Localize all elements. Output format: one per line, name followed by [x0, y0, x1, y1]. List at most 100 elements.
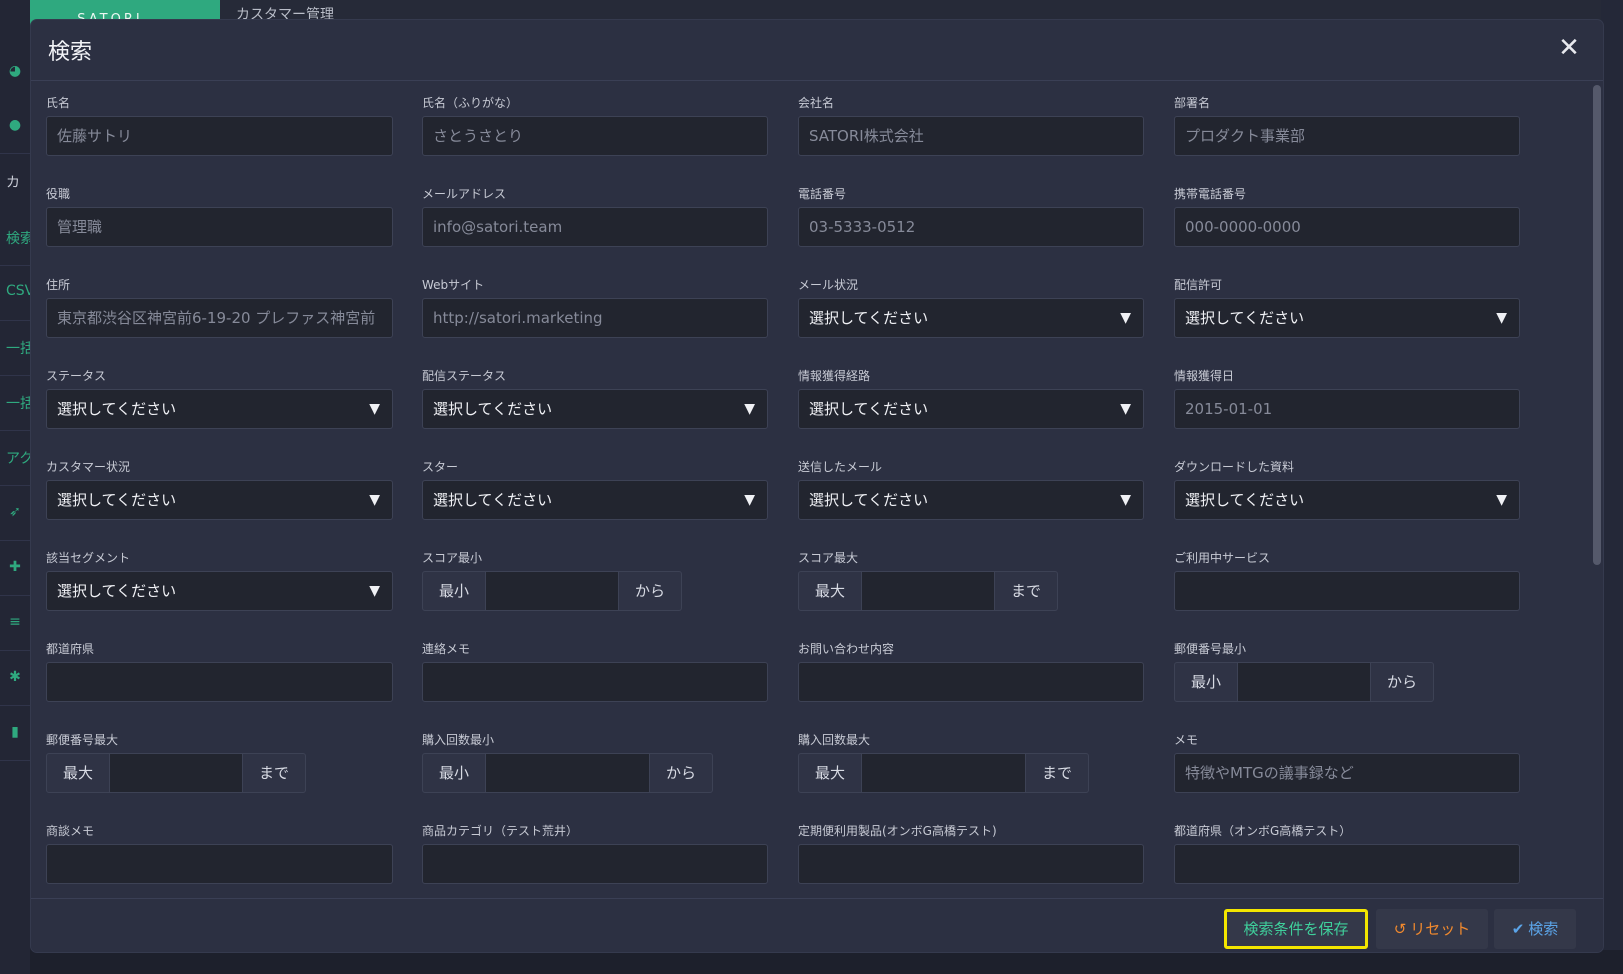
- purchase-min-prefix: 最小: [422, 753, 486, 793]
- department-input[interactable]: [1174, 116, 1520, 156]
- purchase-min-input[interactable]: [486, 753, 649, 793]
- website-input[interactable]: [422, 298, 768, 338]
- rocket-icon[interactable]: ➶: [6, 503, 24, 521]
- sidebar-text-search[interactable]: 検索: [6, 228, 30, 248]
- star-label: スター: [422, 460, 459, 474]
- dashboard-icon[interactable]: ◕: [6, 62, 24, 80]
- mobile-label: 携帯電話番号: [1174, 187, 1247, 201]
- mobile-input[interactable]: [1174, 207, 1520, 247]
- zip-min-group: 最小 から: [1174, 662, 1434, 702]
- modal-title: 検索: [48, 40, 93, 65]
- score-max-input[interactable]: [862, 571, 994, 611]
- mail-status-label: メール状況: [798, 278, 859, 292]
- delivery-status-select[interactable]: 選択してください ▼: [422, 389, 768, 429]
- downloaded-docs-value: 選択してください: [1185, 491, 1305, 509]
- star-select[interactable]: 選択してください ▼: [422, 480, 768, 520]
- product-category-field: 商品カテゴリ（テスト荒井）: [422, 822, 768, 886]
- memo-input[interactable]: [1174, 753, 1520, 793]
- downloaded-docs-select[interactable]: 選択してください ▼: [1174, 480, 1520, 520]
- sent-mail-field: 送信したメール 選択してください ▼: [798, 458, 1144, 522]
- deal-memo-field: 商談メモ: [46, 822, 393, 886]
- subscription-product-input[interactable]: [798, 844, 1144, 884]
- sent-mail-value: 選択してください: [809, 491, 929, 509]
- sidebar-text-customer[interactable]: カ: [6, 172, 30, 192]
- status-select[interactable]: 選択してください ▼: [46, 389, 393, 429]
- reset-icon: ↺: [1393, 920, 1407, 938]
- search-label: 検索: [1528, 920, 1559, 938]
- score-min-field: スコア最小 最小 から: [422, 549, 682, 613]
- company-input[interactable]: [798, 116, 1144, 156]
- purchase-max-prefix: 最大: [798, 753, 862, 793]
- inquiry-input[interactable]: [798, 662, 1144, 702]
- name-field: 氏名: [46, 94, 393, 158]
- search-modal: 検索 ✕ 氏名 氏名（ふりがな） 会社名 部署名 役職 メールアドレス: [31, 20, 1603, 952]
- purchase-max-label: 購入回数最大: [798, 733, 871, 747]
- delivery-permission-value: 選択してください: [1185, 309, 1305, 327]
- customer-status-field: カスタマー状況 選択してください ▼: [46, 458, 393, 522]
- mail-status-field: メール状況 選択してください ▼: [798, 276, 1144, 340]
- caret-down-icon: ▼: [369, 492, 380, 508]
- website-field: Webサイト: [422, 276, 768, 340]
- prefecture-input[interactable]: [46, 662, 393, 702]
- department-field: 部署名: [1174, 94, 1520, 158]
- name-input[interactable]: [46, 116, 393, 156]
- sent-mail-select[interactable]: 選択してください ▼: [798, 480, 1144, 520]
- score-min-label: スコア最小: [422, 551, 483, 565]
- sidebar-text-csv[interactable]: CSV: [6, 283, 30, 299]
- book-icon[interactable]: ▮: [6, 723, 24, 741]
- score-max-field: スコア最大 最大 まで: [798, 549, 1058, 613]
- acquisition-date-input[interactable]: [1174, 389, 1520, 429]
- purchase-max-input[interactable]: [862, 753, 1025, 793]
- customer-status-select[interactable]: 選択してください ▼: [46, 480, 393, 520]
- puzzle-icon[interactable]: ✚: [6, 558, 24, 576]
- caret-down-icon: ▼: [369, 583, 380, 599]
- users-icon[interactable]: ●: [6, 116, 24, 134]
- kana-input[interactable]: [422, 116, 768, 156]
- zip-max-field: 郵便番号最大 最大 まで: [46, 731, 306, 795]
- address-input[interactable]: [46, 298, 393, 338]
- memo-label: メモ: [1174, 733, 1199, 747]
- sidebar-text-action[interactable]: アク: [6, 448, 30, 468]
- zip-max-input[interactable]: [110, 753, 242, 793]
- score-max-prefix: 最大: [798, 571, 862, 611]
- email-input[interactable]: [422, 207, 768, 247]
- name-label: 氏名: [46, 96, 71, 110]
- app-header: カスタマー管理: [220, 0, 1623, 23]
- delivery-permission-select[interactable]: 選択してください ▼: [1174, 298, 1520, 338]
- scrollbar[interactable]: [1593, 85, 1601, 565]
- customer-status-label: カスタマー状況: [46, 460, 131, 474]
- segment-select[interactable]: 選択してください ▼: [46, 571, 393, 611]
- search-button[interactable]: ✔ 検索: [1494, 909, 1576, 949]
- status-value: 選択してください: [57, 400, 177, 418]
- gear-icon[interactable]: ✱: [6, 668, 24, 686]
- app-sidebar: ◕ ● カ 検索 CSV 一括 一括 アク ➶ ✚ ≡ ✱ ▮: [0, 0, 30, 974]
- prefecture-test-input[interactable]: [1174, 844, 1520, 884]
- position-input[interactable]: [46, 207, 393, 247]
- downloaded-docs-field: ダウンロードした資料 選択してください ▼: [1174, 458, 1520, 522]
- reset-button[interactable]: ↺ リセット: [1376, 909, 1488, 949]
- contact-memo-field: 連絡メモ: [422, 640, 768, 704]
- save-search-button[interactable]: 検索条件を保存: [1224, 909, 1368, 949]
- phone-input[interactable]: [798, 207, 1144, 247]
- company-field: 会社名: [798, 94, 1144, 158]
- zip-max-label: 郵便番号最大: [46, 733, 119, 747]
- deal-memo-input[interactable]: [46, 844, 393, 884]
- database-icon[interactable]: ≡: [6, 613, 24, 631]
- acquisition-date-field: 情報獲得日: [1174, 367, 1520, 431]
- acquisition-route-select[interactable]: 選択してください ▼: [798, 389, 1144, 429]
- purchase-min-field: 購入回数最小 最小 から: [422, 731, 713, 795]
- services-input[interactable]: [1174, 571, 1520, 611]
- contact-memo-input[interactable]: [422, 662, 768, 702]
- score-min-prefix: 最小: [422, 571, 486, 611]
- zip-min-input[interactable]: [1238, 662, 1370, 702]
- sidebar-text-bulk-1[interactable]: 一括: [6, 338, 30, 358]
- mail-status-select[interactable]: 選択してください ▼: [798, 298, 1144, 338]
- score-min-input[interactable]: [486, 571, 618, 611]
- sidebar-text-bulk-2[interactable]: 一括: [6, 393, 30, 413]
- phone-label: 電話番号: [798, 187, 847, 201]
- close-icon[interactable]: ✕: [1555, 34, 1583, 62]
- modal-body: 氏名 氏名（ふりがな） 会社名 部署名 役職 メールアドレス 電話番号: [31, 81, 1603, 898]
- score-max-label: スコア最大: [798, 551, 859, 565]
- delivery-permission-field: 配信許可 選択してください ▼: [1174, 276, 1520, 340]
- product-category-input[interactable]: [422, 844, 768, 884]
